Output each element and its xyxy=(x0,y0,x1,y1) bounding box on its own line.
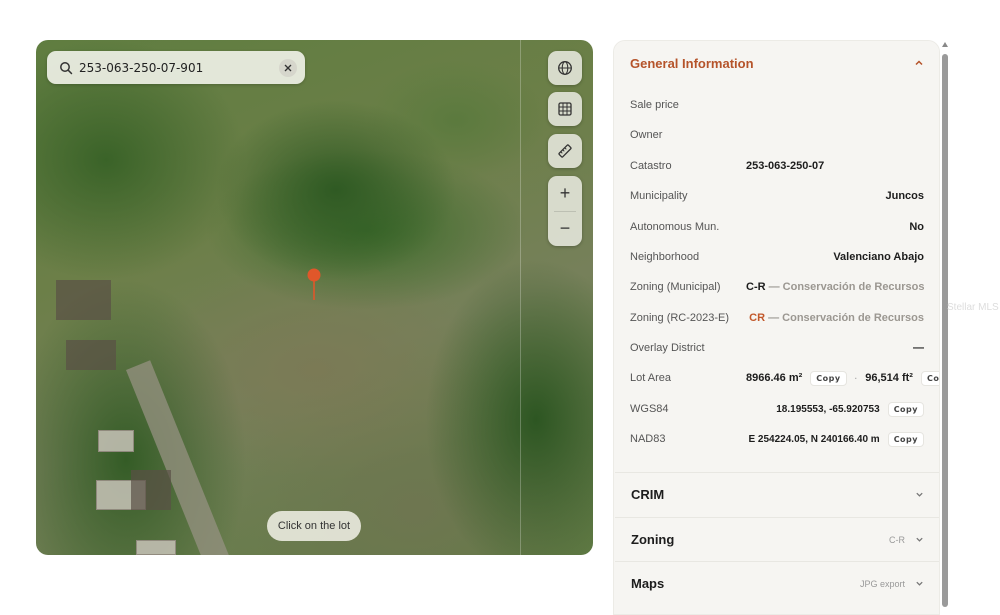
watermark: Stellar MLS xyxy=(947,302,999,313)
overlay-row: Overlay District — xyxy=(630,339,924,357)
chevron-up-icon[interactable] xyxy=(914,58,924,68)
sale-price-row: Sale price xyxy=(630,96,924,114)
zoning-municipal-value: C-R — Conservación de Recursos xyxy=(746,281,925,293)
neighborhood-value: Valenciano Abajo xyxy=(833,251,924,263)
section-maps-title: Maps xyxy=(631,576,665,591)
map-building xyxy=(98,430,134,452)
map-building xyxy=(131,470,171,510)
owner-row: Owner xyxy=(630,126,924,144)
copy-nad83-button[interactable]: Copy xyxy=(887,431,924,447)
neighborhood-row: Neighborhood Valenciano Abajo xyxy=(630,248,924,266)
sale-price-label: Sale price xyxy=(630,99,679,111)
chevron-down-icon xyxy=(916,492,923,497)
section-maps[interactable]: Maps JPG export xyxy=(615,561,939,605)
grid-map-icon xyxy=(558,102,572,116)
overlay-label: Overlay District xyxy=(630,342,705,354)
section-crim[interactable]: CRIM xyxy=(615,472,939,516)
lot-area-separator: · xyxy=(854,373,858,383)
wgs84-label: WGS84 xyxy=(630,403,669,415)
zoning-rc-code: CR xyxy=(749,312,766,324)
zoom-out-button[interactable]: − xyxy=(548,212,582,247)
general-information-header[interactable]: General Information xyxy=(630,54,924,72)
satellite-map[interactable]: 253-063-250-07-901 + − Click on the lot xyxy=(36,40,593,555)
municipality-label: Municipality xyxy=(630,190,688,202)
nad83-value: E 254224.05, N 240166.40 m xyxy=(748,433,880,445)
location-pin-icon xyxy=(307,268,321,300)
map-road xyxy=(126,360,248,555)
owner-label: Owner xyxy=(630,129,663,141)
autonomous-label: Autonomous Mun. xyxy=(630,221,720,233)
zoning-rc-value: CR — Conservación de Recursos xyxy=(746,312,924,324)
neighborhood-label: Neighborhood xyxy=(630,251,700,263)
wgs84-values: 18.195553, -65.920753 Copy xyxy=(746,401,924,417)
lot-area-ft2: 96,514 ft² xyxy=(865,371,913,384)
municipality-value: Juncos xyxy=(885,190,924,202)
measure-button[interactable] xyxy=(548,134,582,168)
map-building xyxy=(136,540,176,555)
clear-search-button[interactable] xyxy=(279,58,297,77)
overlay-value: — xyxy=(913,342,924,354)
ruler-icon xyxy=(558,144,572,158)
zoning-rc-row: Zoning (RC-2023-E) CR — Conservación de … xyxy=(630,309,924,327)
zoom-in-button[interactable]: + xyxy=(548,176,582,211)
section-maps-tag: JPG export xyxy=(859,578,905,589)
close-icon xyxy=(284,64,292,71)
section-zoning[interactable]: Zoning C-R xyxy=(615,517,939,561)
catastro-value: 253-063-250-07 xyxy=(746,160,825,172)
nad83-values: E 254224.05, N 240166.40 m Copy xyxy=(746,431,924,447)
lot-area-row: Lot Area 8966.46 m² Copy · 96,514 ft² Copy xyxy=(630,369,939,387)
wgs84-value: 18.195553, -65.920753 xyxy=(776,403,880,415)
wgs84-row: WGS84 18.195553, -65.920753 Copy xyxy=(630,400,924,418)
section-zoning-title: Zoning xyxy=(631,532,675,547)
zoning-municipal-code: C-R xyxy=(746,281,766,293)
chevron-down-icon xyxy=(916,581,923,586)
catastro-row: Catastro 253-063-250-07 xyxy=(630,157,924,175)
section-zoning-tag: C-R xyxy=(889,534,905,545)
globe-icon xyxy=(558,61,572,75)
general-information-title: General Information xyxy=(630,55,754,71)
autonomous-row: Autonomous Mun. No xyxy=(630,218,924,236)
lot-search-box[interactable]: 253-063-250-07-901 xyxy=(47,51,305,84)
nad83-label: NAD83 xyxy=(630,433,666,445)
map-tile-seam xyxy=(520,40,521,555)
nad83-row: NAD83 E 254224.05, N 240166.40 m Copy xyxy=(630,430,924,448)
chevron-down-icon xyxy=(916,537,923,542)
zoning-rc-desc: — Conservación de Recursos xyxy=(765,312,924,324)
lot-area-m2: 8966.46 m² xyxy=(746,371,803,384)
search-input[interactable]: 253-063-250-07-901 xyxy=(79,61,279,75)
click-on-lot-hint: Click on the lot xyxy=(267,511,361,541)
zoning-rc-label: Zoning (RC-2023-E) xyxy=(630,312,730,324)
copy-ft2-button[interactable]: Copy xyxy=(920,370,939,386)
globe-layer-button[interactable] xyxy=(548,51,582,85)
scroll-up-arrow[interactable] xyxy=(942,42,948,47)
zoning-municipal-label: Zoning (Municipal) xyxy=(630,281,721,293)
municipality-row: Municipality Juncos xyxy=(630,187,924,205)
zoom-control: + − xyxy=(548,176,582,246)
copy-wgs84-button[interactable]: Copy xyxy=(887,401,924,417)
property-info-panel: General Information Sale price Owner Cat… xyxy=(613,40,940,615)
section-crim-title: CRIM xyxy=(631,487,665,502)
lot-area-label: Lot Area xyxy=(630,372,671,384)
panel-scrollbar[interactable] xyxy=(942,54,948,607)
catastro-label: Catastro xyxy=(630,160,672,172)
copy-m2-button[interactable]: Copy xyxy=(810,370,847,386)
zoning-municipal-desc: — Conservación de Recursos xyxy=(765,281,925,293)
map-building xyxy=(66,340,116,370)
search-icon xyxy=(60,61,73,74)
zoning-municipal-row: Zoning (Municipal) C-R — Conservación de… xyxy=(630,278,925,296)
map-building xyxy=(56,280,111,320)
autonomous-value: No xyxy=(909,221,924,233)
map-type-button[interactable] xyxy=(548,92,582,126)
lot-area-values: 8966.46 m² Copy · 96,514 ft² Copy xyxy=(746,370,939,386)
